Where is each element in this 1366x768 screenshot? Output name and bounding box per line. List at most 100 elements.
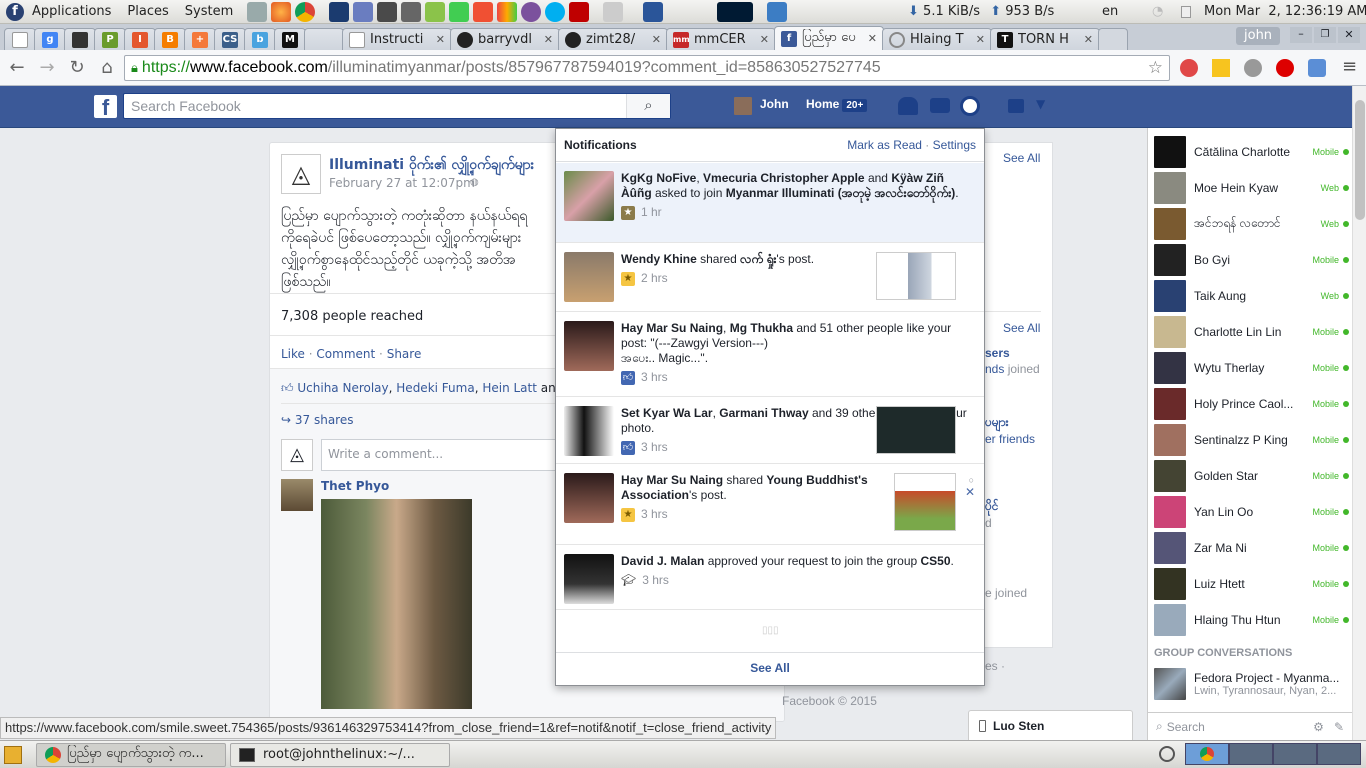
maximize-window-icon[interactable]: ❐ — [1314, 27, 1336, 43]
chat-friend[interactable]: Cătălina Charlotte Mobile — [1154, 134, 1349, 170]
pinned-tab-m[interactable]: M — [274, 28, 306, 50]
privacy-lock-icon[interactable] — [1008, 99, 1024, 113]
chat-friend[interactable]: Wytu Therlay Mobile — [1154, 350, 1349, 386]
liker-link[interactable]: Hein Latt — [482, 381, 537, 395]
pinned-tab-i[interactable]: I — [124, 28, 156, 50]
facebook-logo-icon[interactable]: f — [94, 95, 117, 120]
liker-link[interactable]: Hedeki Fuma — [396, 381, 474, 395]
close-tab-icon[interactable]: ✕ — [1084, 33, 1093, 46]
chat-friend[interactable]: Zar Ma Ni Mobile — [1154, 530, 1349, 566]
friend-requests-icon[interactable] — [898, 97, 918, 115]
chat-friend[interactable]: Taik Aung Web — [1154, 278, 1349, 314]
minimize-window-icon[interactable]: – — [1290, 27, 1312, 43]
show-desktop-icon[interactable] — [4, 745, 22, 764]
notification-item[interactable]: Set Kyar Wa Lar, Garmani Thway and 39 ot… — [556, 398, 984, 464]
search-icon[interactable]: ⌕ — [626, 94, 670, 118]
firefox-launcher-icon[interactable] — [271, 1, 292, 22]
skype-launcher-icon[interactable] — [545, 1, 566, 22]
chat-friend[interactable]: Hlaing Thu Htun Mobile — [1154, 602, 1349, 638]
page-scrollbar[interactable] — [1352, 86, 1366, 740]
suggestion-fragment[interactable]: ပများ — [985, 414, 1009, 432]
extension-icon[interactable] — [1212, 59, 1230, 77]
pinned-tab-avatar[interactable] — [64, 28, 96, 50]
pinned-tab-blogger[interactable]: B — [154, 28, 186, 50]
chrome-menu-icon[interactable]: ≡ — [1342, 56, 1357, 77]
home-icon[interactable]: ⌂ — [94, 55, 120, 81]
extension-icon[interactable] — [1180, 59, 1198, 77]
mark-as-read-link[interactable]: Mark as Read — [847, 138, 922, 152]
color-launcher-icon[interactable] — [497, 1, 518, 22]
sublime-launcher-icon[interactable] — [377, 1, 398, 22]
wifi-icon[interactable]: ◔ — [1152, 4, 1163, 19]
fedora-logo-icon[interactable]: f — [6, 2, 24, 21]
lock-tray-icon[interactable] — [767, 1, 788, 22]
pinned-tab-google[interactable]: g — [34, 28, 66, 50]
git-launcher-icon[interactable] — [473, 1, 494, 22]
browser-tab[interactable]: barryvdl ✕ — [450, 28, 560, 50]
chat-friend[interactable]: Yan Lin Oo Mobile — [1154, 494, 1349, 530]
battery-icon[interactable] — [1181, 6, 1191, 18]
clock[interactable]: Mon Mar 2, 12:36:19 AM — [1204, 0, 1366, 24]
notifications-globe-icon[interactable] — [960, 96, 980, 116]
footer-links[interactable]: es · — [985, 659, 1005, 673]
pinned-tab-cs[interactable]: CS — [214, 28, 246, 50]
new-message-icon[interactable]: ✎ — [1334, 720, 1344, 734]
workspace-switcher[interactable] — [1185, 743, 1361, 765]
taskbar-terminal-window[interactable]: root@johnthelinux:~/... — [230, 742, 450, 767]
close-tab-icon[interactable]: ✕ — [868, 32, 877, 45]
profile-link[interactable]: John — [760, 97, 789, 111]
address-bar[interactable]: 🔒︎ https://www.facebook.com/illuminatimy… — [124, 55, 1170, 81]
group-conversation[interactable]: Fedora Project - Myanma... Lwin, Tyranno… — [1154, 666, 1349, 702]
chat-friend[interactable]: Luiz Htett Mobile — [1154, 566, 1349, 602]
viber-launcher-icon[interactable] — [521, 1, 542, 22]
keyboard-layout[interactable]: en — [1102, 0, 1118, 24]
pinned-tab-blank[interactable] — [304, 28, 344, 50]
post-date[interactable]: February 27 at 12:07pm — [329, 176, 475, 190]
close-tab-icon[interactable]: ✕ — [760, 33, 769, 46]
notification-item[interactable]: KgKg NoFive, Vmecuria Christopher Apple … — [556, 163, 984, 243]
see-all-link[interactable]: See All — [1003, 151, 1040, 165]
new-tab-button[interactable] — [1098, 28, 1128, 50]
messages-icon[interactable] — [930, 98, 950, 113]
filezilla-launcher-icon[interactable] — [569, 1, 590, 22]
bookmark-star-icon[interactable]: ☆ — [1148, 58, 1163, 78]
calculator-launcher-icon[interactable] — [247, 1, 268, 22]
workspace-3[interactable] — [1273, 743, 1317, 765]
profile-badge[interactable]: john — [1236, 27, 1281, 45]
chat-settings-gear-icon[interactable]: ⚙ — [1313, 720, 1324, 734]
taskbar-chrome-window[interactable]: ပြည်မှာ ပျောက်သွားတဲ့ က... — [36, 742, 226, 767]
close-tab-icon[interactable]: ✕ — [436, 33, 445, 46]
liker-link[interactable]: Uchiha Nerolay — [297, 381, 388, 395]
back-arrow-icon[interactable]: ← — [4, 55, 30, 81]
account-menu-arrow-icon[interactable]: ▼ — [1036, 97, 1045, 111]
page-avatar[interactable]: ◬ — [281, 154, 321, 194]
places-menu[interactable]: Places — [119, 0, 176, 24]
chat-friend[interactable]: Golden Star Mobile — [1154, 458, 1349, 494]
pinned-tab-plus[interactable]: + — [184, 28, 216, 50]
home-link[interactable]: Home 20+ — [806, 97, 868, 112]
suggestion-fragment[interactable]: sers — [985, 346, 1010, 360]
workspace-4[interactable] — [1317, 743, 1361, 765]
notification-item[interactable]: David J. Malan approved your request to … — [556, 546, 984, 610]
shares-link[interactable]: 37 shares — [295, 413, 354, 427]
close-tab-icon[interactable]: ✕ — [544, 33, 553, 46]
extension-icon[interactable] — [1276, 59, 1294, 77]
workspace-clock-icon[interactable] — [1159, 746, 1175, 762]
pinned-tab-p[interactable]: P — [94, 28, 126, 50]
android-launcher-icon[interactable] — [425, 1, 446, 22]
extension-icon[interactable] — [1308, 59, 1326, 77]
book-launcher-icon[interactable] — [401, 1, 422, 22]
share-button[interactable]: Share — [387, 347, 422, 361]
scrollbar-thumb[interactable] — [1355, 100, 1365, 220]
chat-friend[interactable]: Sentinalzz P King Mobile — [1154, 422, 1349, 458]
chat-friend[interactable]: အင်ဘရန် လတောင် Web — [1154, 206, 1349, 242]
browser-tab[interactable]: mm mmCER ✕ — [666, 28, 776, 50]
applications-menu[interactable]: Applications — [24, 0, 119, 24]
monitor-launcher-icon[interactable] — [643, 1, 664, 22]
browser-tab-active[interactable]: f ပြည်မှာ ပေ ✕ — [774, 26, 884, 50]
forward-arrow-icon[interactable]: → — [34, 55, 60, 81]
see-all-link[interactable]: See All — [1003, 321, 1040, 335]
page-name-link[interactable]: Illuminati ဝိုက်း၏ လျှို့ဝှက်ချက်များ — [329, 155, 534, 176]
chat-friend[interactable]: Charlotte Lin Lin Mobile — [1154, 314, 1349, 350]
qt-launcher-icon[interactable] — [449, 1, 470, 22]
